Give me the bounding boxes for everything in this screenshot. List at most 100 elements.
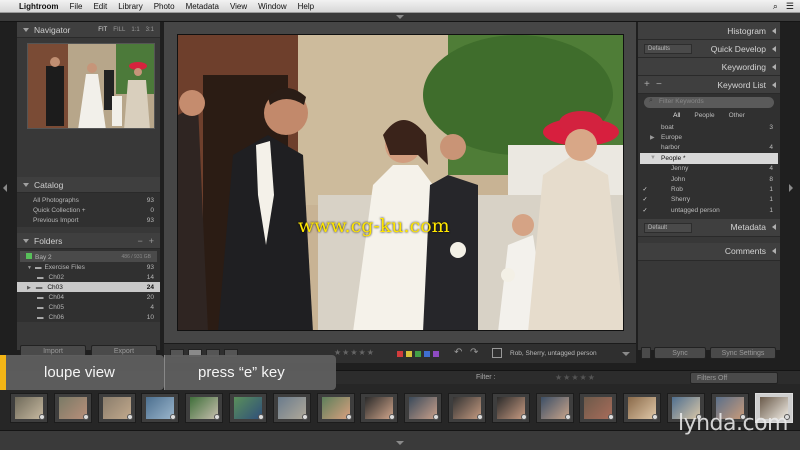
filmstrip-thumbnail[interactable] bbox=[623, 393, 662, 423]
keyword-filter-input[interactable]: ⌕ Filter Keywords bbox=[644, 97, 774, 108]
painter-icon[interactable] bbox=[492, 348, 502, 358]
filmstrip-thumbnail[interactable] bbox=[53, 393, 92, 423]
catalog-row-all-photographs[interactable]: All Photographs 93 bbox=[17, 195, 160, 205]
rotate-right-icon[interactable]: ↷ bbox=[470, 347, 478, 358]
main-photo[interactable]: www.cg-ku.com bbox=[177, 34, 624, 331]
saved-preset-dropdown[interactable]: Defaults bbox=[644, 44, 692, 54]
filmstrip-thumbnail[interactable] bbox=[229, 393, 267, 423]
keyword-row[interactable]: harbor 4 bbox=[640, 143, 778, 153]
keyword-badge-icon bbox=[170, 414, 177, 420]
loupe-view-canvas: www.cg-ku.com bbox=[164, 22, 636, 343]
sync-button[interactable]: Sync bbox=[654, 347, 706, 359]
keyword-row[interactable]: ▶ Europe bbox=[640, 132, 778, 142]
keyword-row[interactable]: ✓ Sherry 1 bbox=[640, 195, 778, 205]
toolbar-dropdown-icon[interactable] bbox=[622, 352, 630, 356]
filmstrip-thumbnail[interactable] bbox=[360, 393, 399, 423]
keyword-badge-icon bbox=[564, 414, 571, 420]
volume-row[interactable]: Bay 2 486 / 931 GB bbox=[20, 251, 157, 262]
zoom-fill[interactable]: FILL bbox=[113, 27, 125, 33]
quick-develop-header[interactable]: Defaults Quick Develop bbox=[638, 40, 780, 58]
catalog-row-previous-import[interactable]: Previous Import 93 bbox=[17, 215, 160, 225]
histogram-header[interactable]: Histogram bbox=[638, 22, 780, 40]
folders-header[interactable]: Folders − + bbox=[17, 233, 160, 249]
zoom-fit[interactable]: FIT bbox=[98, 27, 107, 33]
menu-edit[interactable]: Edit bbox=[93, 2, 107, 11]
filmstrip-thumbnail[interactable] bbox=[535, 393, 574, 423]
filmstrip-thumbnail[interactable] bbox=[10, 393, 48, 423]
keywording-header[interactable]: Keywording bbox=[638, 58, 780, 76]
filmstrip-thumbnail[interactable] bbox=[185, 393, 224, 423]
filters-off-dropdown[interactable]: Filters Off bbox=[690, 372, 778, 384]
filmstrip-thumbnail[interactable] bbox=[272, 393, 311, 423]
menu-photo[interactable]: Photo bbox=[154, 2, 175, 11]
filmstrip-thumbnail[interactable] bbox=[448, 393, 486, 423]
keyword-row[interactable]: boat 3 bbox=[640, 122, 778, 132]
sync-toggle-switch[interactable] bbox=[641, 347, 651, 359]
rotate-left-icon[interactable]: ↶ bbox=[454, 347, 462, 358]
keyword-checkbox[interactable]: ✓ bbox=[640, 186, 650, 193]
tab-people[interactable]: People bbox=[694, 112, 714, 119]
keyword-badge-icon bbox=[389, 414, 396, 420]
filmstrip-thumbnail[interactable] bbox=[97, 393, 136, 423]
menu-help[interactable]: Help bbox=[298, 2, 314, 11]
zoom-3-1[interactable]: 3:1 bbox=[146, 27, 154, 33]
menu-app-name[interactable]: Lightroom bbox=[19, 2, 59, 11]
search-icon[interactable]: ⌕ bbox=[773, 1, 778, 12]
green-label-icon[interactable] bbox=[415, 351, 421, 357]
folder-row-ch06[interactable]: ▬ Ch06 10 bbox=[17, 312, 160, 322]
metadata-header[interactable]: Default Metadata bbox=[638, 218, 780, 237]
keyword-row[interactable]: ✓ untagged person 1 bbox=[640, 205, 778, 215]
top-panel-toggle-strip[interactable] bbox=[0, 13, 800, 22]
keyword-row[interactable]: Jenny 4 bbox=[640, 164, 778, 174]
catalog-header[interactable]: Catalog bbox=[17, 177, 160, 193]
keyword-row[interactable]: John 8 bbox=[640, 174, 778, 184]
keyword-checkbox[interactable]: ✓ bbox=[640, 196, 650, 203]
catalog-row-quick-collection[interactable]: Quick Collection + 0 bbox=[17, 205, 160, 215]
menu-view[interactable]: View bbox=[230, 2, 247, 11]
keyword-row[interactable]: ▼ People * bbox=[640, 153, 778, 164]
filmstrip-thumbnail[interactable] bbox=[491, 393, 530, 423]
filmstrip-thumbnail[interactable] bbox=[316, 393, 355, 423]
remove-keyword-icon[interactable]: − bbox=[656, 79, 662, 90]
tab-all[interactable]: All bbox=[673, 112, 680, 119]
filmstrip-thumbnail[interactable] bbox=[404, 393, 443, 423]
red-label-icon[interactable] bbox=[397, 351, 403, 357]
left-panel-toggle-icon[interactable] bbox=[3, 184, 7, 192]
disclosure-triangle-icon[interactable]: ▶ bbox=[650, 134, 659, 141]
navigator-preview-image[interactable] bbox=[27, 43, 155, 129]
zoom-1-1[interactable]: 1:1 bbox=[131, 27, 139, 33]
folder-row-exercise-files[interactable]: ▼ ▬ Exercise Files 93 bbox=[17, 262, 160, 272]
top-panel-toggle-icon[interactable] bbox=[396, 15, 404, 19]
yellow-label-icon[interactable] bbox=[406, 351, 412, 357]
menu-library[interactable]: Library bbox=[118, 2, 142, 11]
metadata-preset-dropdown[interactable]: Default bbox=[644, 222, 692, 233]
filter-stars[interactable]: ★★★★★ bbox=[555, 373, 596, 382]
folder-row-ch02[interactable]: ▬ Ch02 14 bbox=[17, 272, 160, 282]
folder-row-ch05[interactable]: ▬ Ch05 4 bbox=[17, 302, 160, 312]
folder-row-ch04[interactable]: ▬ Ch04 20 bbox=[17, 292, 160, 302]
menu-window[interactable]: Window bbox=[258, 2, 286, 11]
keyword-row[interactable]: ✓ Rob 1 bbox=[640, 184, 778, 194]
comments-header[interactable]: Comments bbox=[638, 242, 780, 261]
blue-label-icon[interactable] bbox=[424, 351, 430, 357]
tab-other[interactable]: Other bbox=[729, 112, 745, 119]
purple-label-icon[interactable] bbox=[433, 351, 439, 357]
filmstrip-thumbnail[interactable] bbox=[579, 393, 618, 423]
star-rating[interactable]: ★★★★★ bbox=[334, 348, 375, 357]
keyword-checkbox[interactable]: ✓ bbox=[640, 207, 650, 214]
menu-file[interactable]: File bbox=[70, 2, 83, 11]
remove-folder-icon[interactable]: − bbox=[137, 236, 142, 246]
add-keyword-icon[interactable]: + bbox=[644, 79, 650, 90]
right-panel-toggle-icon[interactable] bbox=[789, 184, 793, 192]
keyword-label: Europe bbox=[661, 134, 682, 142]
filmstrip-thumbnail[interactable] bbox=[141, 393, 180, 423]
sync-settings-button[interactable]: Sync Settings bbox=[710, 347, 776, 359]
keyword-list-header[interactable]: + − Keyword List bbox=[638, 76, 780, 94]
add-folder-icon[interactable]: + bbox=[149, 236, 154, 246]
list-icon[interactable]: ☰ bbox=[786, 1, 794, 12]
disclosure-triangle-icon[interactable]: ▼ bbox=[650, 155, 659, 161]
menu-metadata[interactable]: Metadata bbox=[186, 2, 219, 11]
folder-row-ch03[interactable]: ▶ ▬ Ch03 24 bbox=[17, 282, 160, 292]
bottom-panel-toggle-icon[interactable] bbox=[396, 441, 404, 445]
navigator-header[interactable]: Navigator FIT FILL 1:1 3:1 bbox=[17, 22, 160, 38]
